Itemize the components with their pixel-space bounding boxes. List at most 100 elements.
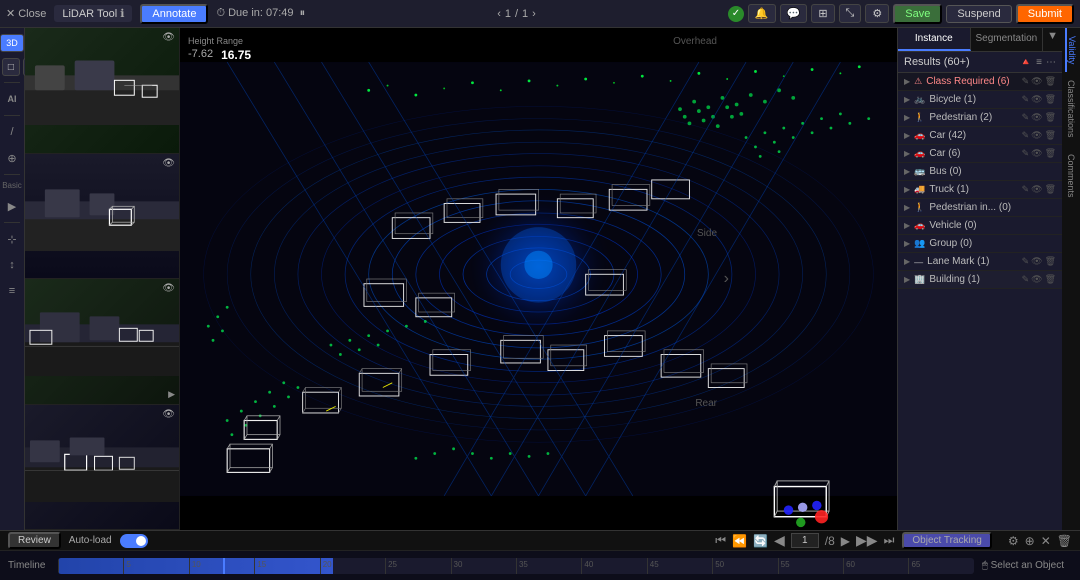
bus-item[interactable]: ▶ 🚌 Bus (0) bbox=[898, 163, 1062, 181]
cam-3-eye-icon[interactable]: 👁 bbox=[162, 283, 175, 294]
car6-delete-icon[interactable]: 🗑 bbox=[1045, 148, 1056, 159]
timeline-track[interactable]: 5 10 15 20 25 30 35 40 45 50 55 60 65 bbox=[58, 558, 974, 574]
t-mark-35[interactable]: 35 bbox=[516, 558, 581, 574]
expand-icon-button[interactable]: ⤡ bbox=[839, 4, 862, 23]
t-mark-5[interactable]: 5 bbox=[123, 558, 188, 574]
prev-frame-icon[interactable]: ⏪ bbox=[732, 534, 747, 548]
settings-icon-button[interactable]: ⚙ bbox=[865, 4, 889, 23]
building-eye-icon[interactable]: 👁 bbox=[1031, 274, 1042, 285]
save-button[interactable]: Save bbox=[893, 4, 942, 24]
line-tool-button[interactable]: / bbox=[2, 122, 22, 142]
t-mark-55[interactable]: 55 bbox=[778, 558, 843, 574]
car42-delete-icon[interactable]: 🗑 bbox=[1045, 130, 1056, 141]
t-mark-20[interactable]: 20 bbox=[320, 558, 385, 574]
building-delete-icon[interactable]: 🗑 bbox=[1045, 274, 1056, 285]
ai-tool-button[interactable]: AI bbox=[2, 89, 22, 109]
validity-label[interactable]: Validity bbox=[1065, 28, 1077, 72]
lidar-canvas-area[interactable]: Height Range -7.62 16.75 Overhead Side R… bbox=[180, 28, 897, 530]
more-icon[interactable]: ⋯ bbox=[1046, 57, 1056, 68]
delete-bottom-icon[interactable]: 🗑 bbox=[1057, 534, 1072, 548]
t-mark-40[interactable]: 40 bbox=[581, 558, 646, 574]
lane-eye-icon[interactable]: 👁 bbox=[1031, 256, 1042, 267]
skip-end-icon[interactable]: ⏭ bbox=[884, 533, 895, 548]
classifications-label[interactable]: Classifications bbox=[1066, 72, 1076, 146]
prev-step-icon[interactable]: ◀ bbox=[774, 532, 785, 549]
tool-3d-button[interactable]: 3D bbox=[0, 34, 24, 52]
t-mark-10[interactable]: 10 bbox=[189, 558, 254, 574]
submit-button[interactable]: Submit bbox=[1016, 4, 1074, 24]
bicycle-item[interactable]: ▶ 🚲 Bicycle (1) ✎ 👁 🗑 bbox=[898, 91, 1062, 109]
bicycle-delete-icon[interactable]: 🗑 bbox=[1045, 94, 1056, 105]
truck-delete-icon[interactable]: 🗑 bbox=[1045, 184, 1056, 195]
lane-delete-icon[interactable]: 🗑 bbox=[1045, 256, 1056, 267]
loop-icon[interactable]: 🔄 bbox=[753, 534, 768, 548]
truck-item[interactable]: ▶ 🚚 Truck (1) ✎ 👁 🗑 bbox=[898, 181, 1062, 199]
lane-edit-icon[interactable]: ✎ bbox=[1022, 256, 1030, 267]
car6-edit-icon[interactable]: ✎ bbox=[1022, 148, 1030, 159]
nav-next[interactable]: › bbox=[532, 8, 536, 20]
comments-label[interactable]: Comments bbox=[1066, 146, 1076, 206]
building-edit-icon[interactable]: ✎ bbox=[1022, 274, 1030, 285]
next-step-icon[interactable]: ▶▶ bbox=[856, 532, 878, 549]
lane-mark-item[interactable]: ▶ — Lane Mark (1) ✎ 👁 🗑 bbox=[898, 253, 1062, 271]
ped-edit-icon[interactable]: ✎ bbox=[1022, 112, 1030, 123]
close-bottom-icon[interactable]: ✕ bbox=[1041, 534, 1051, 548]
building-item[interactable]: ▶ 🏢 Building (1) ✎ 👁 🗑 bbox=[898, 271, 1062, 289]
play-tool-button[interactable]: ▶ bbox=[2, 196, 22, 216]
chat-icon-button[interactable]: 💬 bbox=[780, 4, 808, 23]
t-mark-15[interactable]: 15 bbox=[254, 558, 319, 574]
close-button[interactable]: ✕ Close bbox=[6, 7, 46, 20]
t-mark-65[interactable]: 65 bbox=[908, 558, 973, 574]
cam-2-eye-icon[interactable]: 👁 bbox=[162, 158, 175, 169]
t-mark-50[interactable]: 50 bbox=[712, 558, 777, 574]
t-mark-60[interactable]: 60 bbox=[843, 558, 908, 574]
object-tracking-button[interactable]: Object Tracking bbox=[902, 532, 991, 549]
misc-tool-2[interactable]: ↕ bbox=[2, 255, 22, 275]
skip-start-icon[interactable]: ⏮ bbox=[715, 533, 726, 548]
car42-eye-icon[interactable]: 👁 bbox=[1031, 130, 1042, 141]
grid-icon-button[interactable]: ⊞ bbox=[811, 4, 834, 23]
right-nav-arrow[interactable]: › bbox=[724, 270, 729, 288]
truck-eye-icon[interactable]: 👁 bbox=[1031, 184, 1042, 195]
class-required-item[interactable]: ▶ ⚠ Class Required (6) ✎ 👁 🗑 bbox=[898, 73, 1062, 91]
pedestrian-item[interactable]: ▶ 🚶 Pedestrian (2) ✎ 👁 🗑 bbox=[898, 109, 1062, 127]
ped-eye-icon[interactable]: 👁 bbox=[1031, 112, 1042, 123]
list-icon[interactable]: ≡ bbox=[1036, 57, 1042, 68]
car42-edit-icon[interactable]: ✎ bbox=[1022, 130, 1030, 141]
suspend-button[interactable]: Suspend bbox=[946, 5, 1011, 23]
nav-prev[interactable]: ‹ bbox=[497, 8, 501, 20]
auto-load-toggle[interactable] bbox=[120, 534, 148, 548]
t-mark-30[interactable]: 30 bbox=[451, 558, 516, 574]
settings-bottom-icon[interactable]: ⚙ bbox=[1008, 534, 1019, 548]
bicycle-edit-icon[interactable]: ✎ bbox=[1022, 94, 1030, 105]
play-icon[interactable]: ▶ bbox=[841, 534, 850, 548]
cam-4-eye-icon[interactable]: 👁 bbox=[162, 409, 175, 420]
annotate-button[interactable]: Annotate bbox=[140, 4, 208, 24]
frame-input[interactable] bbox=[791, 533, 819, 548]
add-bottom-icon[interactable]: ⊕ bbox=[1025, 534, 1035, 548]
truck-edit-icon[interactable]: ✎ bbox=[1022, 184, 1030, 195]
edit-icon[interactable]: ✎ bbox=[1022, 76, 1030, 87]
add-tool-button[interactable]: ⊕ bbox=[2, 148, 22, 168]
t-mark-25[interactable]: 25 bbox=[385, 558, 450, 574]
car-6-item[interactable]: ▶ 🚗 Car (6) ✎ 👁 🗑 bbox=[898, 145, 1062, 163]
instance-tab[interactable]: Instance bbox=[898, 28, 971, 51]
delete-icon[interactable]: 🗑 bbox=[1045, 76, 1056, 87]
segmentation-tab[interactable]: Segmentation bbox=[971, 28, 1044, 51]
bell-icon-button[interactable]: 🔔 bbox=[748, 4, 776, 23]
filter-triangle-icon[interactable]: 🔺 bbox=[1020, 57, 1032, 68]
car-42-item[interactable]: ▶ 🚗 Car (42) ✎ 👁 🗑 bbox=[898, 127, 1062, 145]
eye-icon[interactable]: 👁 bbox=[1031, 76, 1042, 87]
ped-delete-icon[interactable]: 🗑 bbox=[1045, 112, 1056, 123]
ped-inv-item[interactable]: ▶ 🚶 Pedestrian in... (0) bbox=[898, 199, 1062, 217]
t-mark-0[interactable] bbox=[58, 558, 123, 574]
filter-icon[interactable]: ▼ bbox=[1043, 28, 1062, 51]
tool-box3-button[interactable]: □ bbox=[2, 58, 20, 76]
misc-tool-3[interactable]: ≡ bbox=[2, 281, 22, 301]
t-mark-45[interactable]: 45 bbox=[647, 558, 712, 574]
cam-1-eye-icon[interactable]: 👁 bbox=[162, 32, 175, 43]
group-item[interactable]: ▶ 👥 Group (0) bbox=[898, 235, 1062, 253]
vehicle-item[interactable]: ▶ 🚗 Vehicle (0) bbox=[898, 217, 1062, 235]
timeline-cursor[interactable] bbox=[223, 558, 225, 574]
review-button[interactable]: Review bbox=[8, 532, 61, 549]
